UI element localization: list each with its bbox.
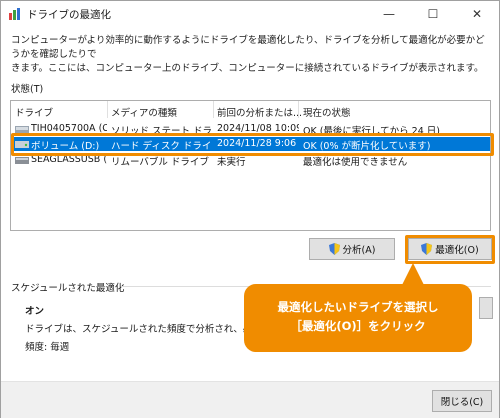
callout-line-1: 最適化したいドライブを選択し [277, 300, 439, 314]
schedule-state: オン [25, 306, 45, 317]
optimize-button-highlight [405, 235, 495, 264]
drive-media-type: リムーバブル ドライブ [111, 157, 209, 168]
selected-drive-highlight [11, 133, 494, 156]
description-line-2: きます。ここには、コンピューター上のドライブ、コンピューターに接続されているドラ… [11, 63, 484, 74]
title-bar: ドライブの最適化 — ☐ ✕ [1, 1, 499, 27]
usb-drive-icon [15, 157, 29, 164]
analyze-button[interactable]: 分析(A) [309, 238, 395, 260]
instruction-callout: 最適化したいドライブを選択し ［最適化(O)］をクリック [244, 284, 472, 352]
callout-line-2: ［最適化(O)］をクリック [290, 319, 426, 333]
change-settings-button[interactable] [479, 297, 493, 319]
close-icon: ✕ [471, 7, 483, 21]
column-header-state[interactable]: 現在の状態 [303, 105, 351, 119]
maximize-button[interactable]: ☐ [411, 1, 455, 27]
footer-bar [1, 381, 499, 418]
optimize-drives-window: ドライブの最適化 — ☐ ✕ コンピューターがより効率的に動作するようにドライブ… [0, 0, 500, 418]
defrag-app-icon [9, 8, 20, 20]
schedule-frequency: 頻度: 毎週 [25, 342, 70, 353]
column-header-media[interactable]: メディアの種類 [111, 105, 177, 119]
description-line-1: コンピューターがより効率的に動作するようにドライブを最適化したり、ドライブを分析… [11, 35, 485, 60]
maximize-icon: ☐ [427, 7, 439, 21]
shield-icon [328, 243, 340, 255]
description-text: コンピューターがより効率的に動作するようにドライブを最適化したり、ドライブを分析… [11, 34, 491, 76]
window-title: ドライブの最適化 [27, 9, 111, 21]
close-button[interactable]: 閉じる(C) [432, 390, 492, 412]
minimize-button[interactable]: — [367, 1, 411, 27]
drive-list-header: ドライブ メディアの種類 前回の分析または... 現在の状態 [11, 101, 490, 119]
schedule-section-label: スケジュールされた最適化 [11, 283, 125, 294]
status-label: 状態(T) [11, 84, 44, 95]
drive-last-run: 未実行 [217, 157, 246, 168]
drive-list[interactable]: ドライブ メディアの種類 前回の分析または... 現在の状態 TIH040570… [10, 100, 491, 231]
analyze-button-label: 分析(A) [342, 245, 376, 256]
minimize-icon: — [383, 7, 395, 21]
column-header-last-run[interactable]: 前回の分析または... [217, 105, 302, 119]
close-window-button[interactable]: ✕ [455, 1, 499, 27]
column-header-drive[interactable]: ドライブ [15, 105, 53, 119]
close-button-label: 閉じる(C) [440, 397, 484, 408]
drive-state: 最適化は使用できません [303, 157, 408, 168]
